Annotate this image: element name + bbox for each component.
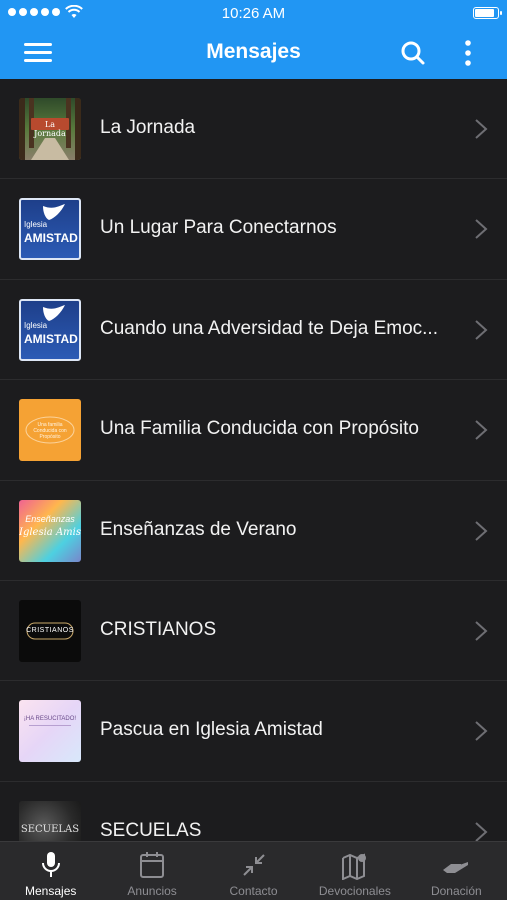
status-time: 10:26 AM: [221, 5, 286, 22]
dark-badge: CRISTIANOS: [19, 599, 81, 662]
more-vertical-icon: [465, 40, 471, 66]
chevron-right-icon: [475, 520, 488, 541]
thumb-caption: AMISTAD: [24, 331, 78, 346]
list-item-label: Un Lugar Para Conectarnos: [100, 217, 337, 239]
chevron-right-icon: [475, 721, 488, 742]
compress-arrows-icon: [242, 854, 265, 876]
list-item[interactable]: Enseñanzas Iglesia Amistad Enseñanzas de…: [0, 480, 507, 581]
map-pin-icon: [341, 853, 366, 880]
list-item[interactable]: ¡HA RESUCITADO! Pascua en Iglesia Amista…: [0, 681, 507, 782]
chevron-right-icon: [475, 219, 488, 240]
search-button[interactable]: [400, 40, 430, 68]
list-item-label: SECUELAS: [100, 819, 202, 841]
thumb-caption: Conducida con Propósito: [33, 428, 67, 441]
microphone-icon: [41, 852, 60, 877]
chevron-right-icon: [475, 821, 488, 841]
tab-label: Anuncios: [127, 884, 177, 898]
list-item[interactable]: La Jornada La Jornada: [0, 79, 507, 180]
tab-mensajes[interactable]: Mensajes: [0, 842, 101, 900]
thumb-caption: AMISTAD: [24, 231, 78, 246]
list-item-label: CRISTIANOS: [100, 618, 217, 640]
list-item-label: Una Familia Conducida con Propósito: [100, 418, 419, 440]
tab-label: Mensajes: [25, 884, 77, 898]
dove-logo: Iglesia AMISTAD: [19, 298, 81, 361]
thumb-caption: ¡HA RESUCITADO!: [23, 716, 77, 723]
thumb-caption: SECUELAS: [20, 823, 80, 835]
dove-icon: [43, 204, 65, 221]
chevron-right-icon: [475, 320, 488, 340]
dove-icon: [43, 304, 65, 321]
list-item[interactable]: Iglesia AMISTAD Un Lugar Para Conectarno…: [0, 179, 507, 280]
calendar-icon: [140, 852, 165, 878]
list-item[interactable]: Iglesia AMISTAD Cuando una Adversidad te…: [0, 279, 507, 381]
list-item-label: La Jornada: [100, 117, 196, 138]
thumb-caption: Iglesia Amistad: [19, 526, 81, 538]
list-item[interactable]: SECUELAS SECUELAS: [0, 781, 507, 841]
thumb-caption-top: Iglesia: [24, 220, 48, 230]
tab-anuncios[interactable]: Anuncios: [101, 842, 202, 900]
forest-road-image: La Jornada: [19, 98, 81, 160]
list-item-label: Enseñanzas de Verano: [100, 518, 297, 540]
watercolor-image: Enseñanzas Iglesia Amistad: [19, 499, 81, 562]
orange-badge: Una familia Conducida con Propósito: [19, 399, 81, 462]
tab-label: Donación: [430, 884, 482, 898]
list-item[interactable]: Una familia Conducida con Propósito Una …: [0, 380, 507, 481]
thumb-caption: CRISTIANOS: [26, 626, 74, 634]
list-item-label: Pascua en Iglesia Amistad: [100, 719, 323, 741]
tab-label: Contacto: [229, 884, 278, 898]
chevron-right-icon: [475, 420, 488, 440]
battery-icon: [473, 7, 502, 19]
thumb-caption-top: Enseñanzas: [25, 513, 75, 524]
list-item-label: Cuando una Adversidad te Deja Emoc...: [100, 317, 438, 339]
status-bar: 10:26 AM: [0, 0, 507, 28]
giving-hand-icon: [443, 862, 469, 873]
tab-label: Devocionales: [318, 884, 391, 898]
chevron-right-icon: [475, 119, 488, 139]
dove-logo: Iglesia AMISTAD: [19, 198, 81, 261]
search-icon: [401, 41, 425, 65]
app-header: 10:26 AM Mensajes: [0, 0, 507, 79]
chevron-right-icon: [475, 621, 488, 641]
thumb-caption: La Jornada: [34, 120, 66, 138]
pastel-image: ¡HA RESUCITADO!: [19, 700, 81, 763]
tab-donacion[interactable]: Donación: [406, 842, 507, 900]
thumb-caption-top: Iglesia: [24, 320, 48, 330]
more-options-button[interactable]: [458, 38, 478, 68]
page-title: Mensajes: [206, 40, 301, 63]
messages-list[interactable]: La Jornada La Jornada Iglesia AMISTAD Un…: [0, 79, 507, 841]
tab-bar: Mensajes Anuncios Contacto Devocionales: [0, 841, 507, 900]
tab-contacto[interactable]: Contacto: [203, 842, 304, 900]
battery-level: [475, 9, 494, 17]
divider: [29, 725, 71, 727]
list-item[interactable]: CRISTIANOS CRISTIANOS: [0, 580, 507, 682]
tab-devocionales[interactable]: Devocionales: [304, 842, 405, 900]
smoke-image: SECUELAS: [19, 800, 81, 841]
